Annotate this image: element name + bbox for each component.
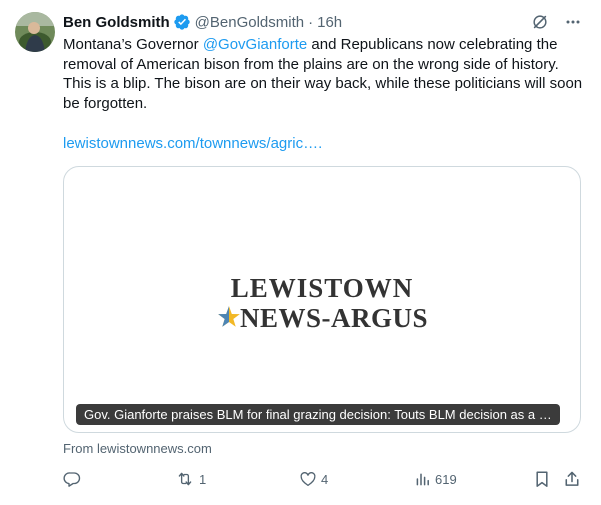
author-name[interactable]: Ben Goldsmith (63, 14, 170, 31)
link-preview-card[interactable]: LEWISTOWN NEWS-ARGUS Gov. Gianforte prai… (63, 166, 581, 433)
bookmark-button[interactable] (534, 470, 550, 488)
article-link[interactable]: lewistownnews.com/townnews/agric…. (63, 135, 322, 152)
reply-icon (63, 472, 81, 487)
views-icon (416, 473, 429, 486)
reply-button[interactable] (63, 470, 81, 488)
retweet-count: 1 (199, 471, 207, 487)
retweet-button[interactable]: 1 (175, 470, 206, 488)
grok-icon[interactable] (531, 13, 549, 31)
publisher-logo: LEWISTOWN NEWS-ARGUS (64, 273, 580, 335)
tweet-time[interactable]: 16h (317, 14, 342, 31)
verified-badge-icon (173, 13, 191, 31)
tweet-link-line: lewistownnews.com/townnews/agric…. (63, 134, 322, 154)
avatar[interactable] (15, 12, 55, 52)
tweet-text: Montana’s Governor @GovGianforte and Rep… (63, 35, 583, 113)
author-handle[interactable]: @BenGoldsmith (195, 14, 304, 31)
tweet-text-part-1: Montana’s Governor (63, 36, 203, 53)
card-caption[interactable]: Gov. Gianforte praises BLM for final gra… (76, 404, 560, 425)
action-bar: 1 4 619 (63, 470, 585, 490)
like-button[interactable]: 4 (299, 470, 328, 488)
share-icon (565, 471, 579, 486)
bookmark-icon (536, 471, 548, 487)
share-button[interactable] (563, 470, 581, 488)
logo-line-2-row: NEWS-ARGUS (216, 303, 428, 333)
more-icon[interactable] (565, 13, 581, 31)
views-button[interactable]: 619 (415, 470, 457, 488)
like-icon (300, 472, 316, 487)
like-count: 4 (321, 471, 329, 487)
views-count: 619 (435, 471, 457, 487)
star-icon (218, 306, 240, 327)
logo-line-1: LEWISTOWN (230, 273, 414, 303)
mention-link[interactable]: @GovGianforte (203, 36, 307, 53)
separator-dot: · (308, 13, 314, 31)
retweet-icon (178, 472, 192, 486)
logo-line-2: NEWS-ARGUS (239, 303, 429, 333)
tweet-header: Ben Goldsmith @BenGoldsmith · 16h (63, 12, 581, 32)
card-source[interactable]: From lewistownnews.com (63, 441, 212, 456)
